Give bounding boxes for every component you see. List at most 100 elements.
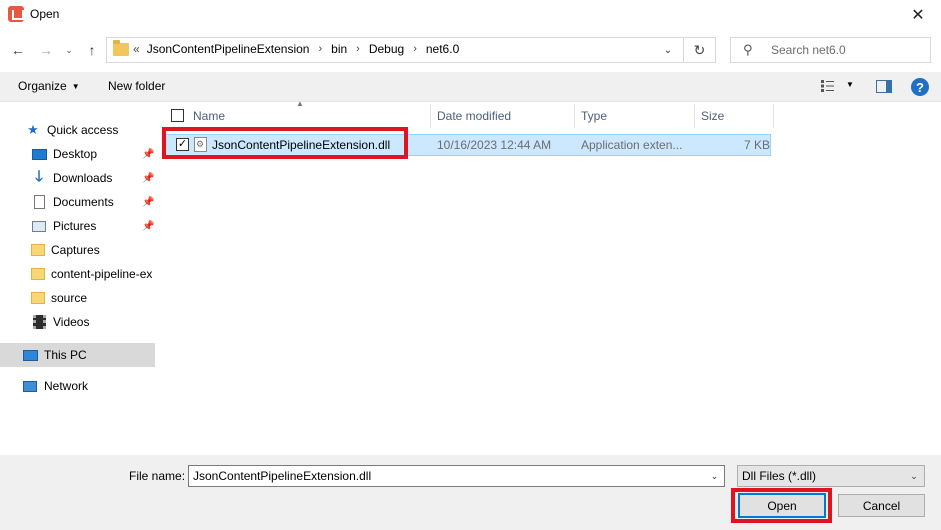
refresh-button[interactable]: ↻ [684,37,716,63]
up-button[interactable]: ↑ [82,40,102,60]
annotation-highlight-open [731,488,832,523]
sidebar-item-this-pc[interactable]: This PC [0,343,155,367]
select-all-checkbox[interactable] [171,109,184,122]
title-bar: Open ✕ [0,0,941,30]
folder-icon [31,268,45,280]
new-folder-button[interactable]: New folder [108,79,165,93]
sidebar-item-pictures[interactable]: Pictures 📌 [0,215,155,237]
breadcrumb: « JsonContentPipelineExtension › bin › D… [133,42,459,56]
search-input[interactable]: ⚲ Search net6.0 [730,37,931,63]
address-dropdown-button[interactable]: ⌄ [659,42,677,58]
navigation-pane: ★ Quick access Desktop 📌 🡓 Downloads 📌 D… [0,103,160,455]
search-placeholder: Search net6.0 [771,43,846,57]
sidebar-item-label: Downloads [53,171,113,185]
sidebar-item-downloads[interactable]: 🡓 Downloads 📌 [0,167,155,189]
annotation-highlight-file [162,127,408,159]
sidebar-item-network[interactable]: Network [0,375,155,397]
file-type-dropdown-button[interactable]: ⌄ [905,466,923,486]
documents-icon [31,195,47,209]
recent-locations-button[interactable]: ⌄ [62,40,76,60]
column-divider[interactable] [430,104,431,128]
folder-icon [31,292,45,304]
back-button[interactable]: ← [8,40,28,60]
sidebar-item-label: Quick access [47,123,119,137]
column-divider[interactable] [773,104,774,128]
organize-label: Organize [18,79,67,93]
chevron-down-icon: ⌄ [710,470,719,481]
sidebar-item-desktop[interactable]: Desktop 📌 [0,143,155,165]
caret-down-icon: ▼ [71,82,80,91]
sidebar-item-label: Videos [53,315,90,329]
breadcrumb-item[interactable]: Debug [369,42,404,56]
breadcrumb-item[interactable]: JsonContentPipelineExtension [147,42,310,56]
chevron-down-icon: ⌄ [663,44,673,56]
downloads-icon: 🡓 [35,167,43,185]
refresh-icon: ↻ [693,41,706,58]
column-header-size[interactable]: Size [701,104,724,128]
chevron-down-icon: ⌄ [65,44,73,55]
sidebar-item-label: Captures [51,243,100,257]
chevron-right-icon[interactable]: › [309,43,331,55]
view-options-icon[interactable] [820,79,836,93]
sidebar-item-label: This PC [44,348,87,362]
arrow-left-icon: ← [11,42,25,58]
file-name-label: File name: [129,469,186,483]
search-icon: ⚲ [743,42,753,57]
view-dropdown-icon[interactable]: ▼ [846,80,854,89]
sidebar-item-label: Network [44,379,89,393]
preview-pane-icon[interactable] [876,80,892,93]
breadcrumb-overflow[interactable]: « [133,42,147,56]
file-type-select[interactable]: Dll Files (*.dll) [737,465,925,487]
address-bar[interactable]: « JsonContentPipelineExtension › bin › D… [106,37,684,63]
pin-icon: 📌 [142,148,155,160]
column-divider[interactable] [694,104,695,128]
sidebar-item-videos[interactable]: Videos [0,311,155,333]
close-button[interactable]: ✕ [895,0,941,30]
file-name-input[interactable]: JsonContentPipelineExtension.dll [188,465,725,487]
sidebar-item-label: Desktop [53,147,98,161]
pc-icon [22,348,38,362]
sidebar-item-content-pipeline[interactable]: content-pipeline-ex [0,263,155,285]
pictures-icon [31,219,47,233]
breadcrumb-item[interactable]: net6.0 [426,42,459,56]
pin-icon: 📌 [142,172,155,184]
file-name-dropdown-button[interactable]: ⌄ [705,466,724,486]
window-title: Open [30,7,60,21]
app-icon [8,6,24,22]
file-type: Application exten... [581,138,683,152]
folder-icon [113,40,129,56]
sidebar-item-source[interactable]: source [0,287,155,309]
pin-icon: 📌 [142,196,155,208]
videos-icon [31,315,47,329]
sidebar-item-quick-access[interactable]: ★ Quick access [0,119,155,141]
desktop-icon [31,147,47,161]
cancel-button[interactable]: Cancel [838,494,925,517]
chevron-right-icon[interactable]: › [347,43,369,55]
arrow-up-icon: ↑ [88,42,96,58]
help-icon[interactable]: ? [911,78,929,96]
sidebar-item-label: source [51,291,88,305]
column-header-name[interactable]: Name [193,104,225,128]
close-icon: ✕ [911,7,925,24]
column-divider[interactable] [574,104,575,128]
column-header-date[interactable]: Date modified [437,104,511,128]
sidebar-item-label: content-pipeline-ex [51,267,153,281]
pin-icon: 📌 [142,220,155,232]
file-size: 7 KB [744,138,771,152]
star-icon: ★ [27,122,39,137]
breadcrumb-item[interactable]: bin [331,42,347,56]
column-header-type[interactable]: Type [581,104,607,128]
sidebar-item-documents[interactable]: Documents 📌 [0,191,155,213]
forward-button[interactable]: → [36,40,56,60]
chevron-right-icon[interactable]: › [404,43,426,55]
file-date-modified: 10/16/2023 12:44 AM [437,138,552,152]
arrow-right-icon: → [39,42,53,58]
sort-up-icon: ▲ [296,99,304,108]
folder-icon [31,244,45,256]
sidebar-item-captures[interactable]: Captures [0,239,155,261]
chevron-down-icon: ⌄ [910,470,918,481]
sidebar-item-label: Pictures [53,219,97,233]
network-icon [22,379,38,393]
organize-button[interactable]: Organize ▼ [18,79,80,93]
sidebar-item-label: Documents [53,195,114,209]
